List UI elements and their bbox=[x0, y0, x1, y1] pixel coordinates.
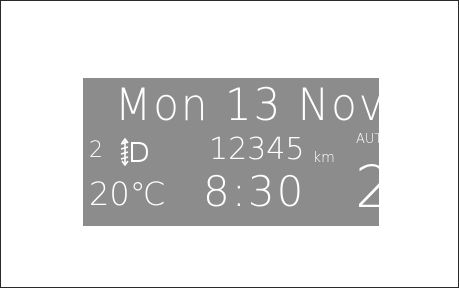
outside-temperature: 20℃ bbox=[89, 175, 166, 213]
odometer-value: 12345 bbox=[209, 132, 305, 167]
headlamp-leveling-icon bbox=[120, 138, 149, 166]
clock-time: 8:30 bbox=[203, 167, 306, 216]
gear-indicator: 2 bbox=[355, 153, 392, 221]
instrument-cluster-display: Mon 13 Nov 2 12345 km AUTO 20℃ 8:30 2 bbox=[83, 78, 393, 226]
headlamp-level-value: 2 bbox=[89, 138, 104, 163]
date-readout: Mon 13 Nov bbox=[115, 78, 386, 131]
illustration-frame: Mon 13 Nov 2 12345 km AUTO 20℃ 8:30 2 bbox=[0, 0, 459, 288]
odometer-unit: km bbox=[313, 150, 335, 166]
auto-mode-label: AUTO bbox=[356, 132, 393, 147]
